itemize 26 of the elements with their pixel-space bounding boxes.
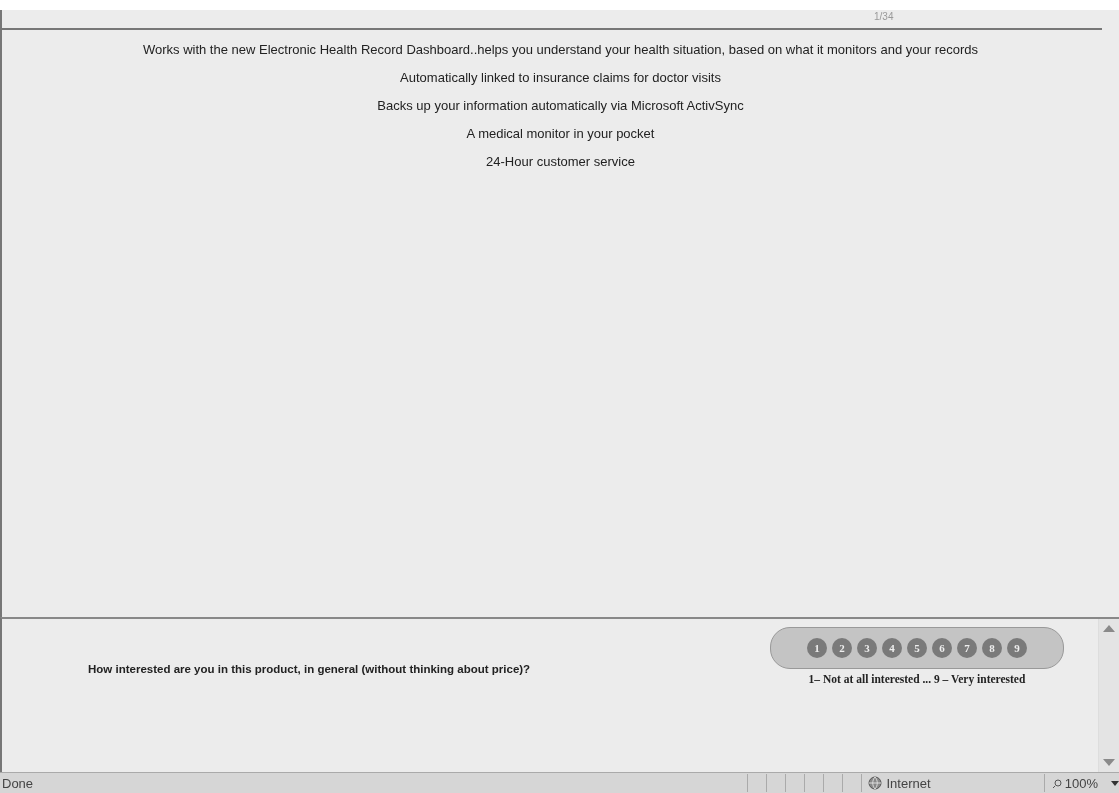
rating-option[interactable]: 4 [882,638,902,658]
scrollbar[interactable] [1098,619,1119,772]
rating-option[interactable]: 9 [1007,638,1027,658]
page-counter: 1/34 [874,10,894,24]
rating-option[interactable]: 5 [907,638,927,658]
rating-legend: 1– Not at all interested ... 9 – Very interested [808,673,1026,685]
scroll-up-icon[interactable] [1103,625,1115,632]
question-text: How interested are you in this product, in general (without thinking about price)? [88,663,532,675]
feature-text: Works with the new Electronic Health Record Dashboard..helps you understand your health situation, based on what it monitors and your records [142,42,979,57]
feature-text: 24-Hour customer service [486,154,635,169]
zoom-level[interactable]: 100% [1064,775,1098,791]
zone-text: Internet [886,775,931,791]
rating-option[interactable]: 2 [832,638,852,658]
dropdown-icon[interactable] [1111,780,1119,786]
scroll-down-icon[interactable] [1103,759,1115,766]
feature-text: Automatically linked to insurance claims for doctor visits [400,70,721,85]
feature-text: A medical monitor in your pocket [466,126,655,141]
rating-option[interactable]: 1 [807,638,827,658]
status-text: Done [1,775,35,791]
rating-option[interactable]: 7 [957,638,977,658]
rating-option[interactable]: 3 [857,638,877,658]
zoom-icon [1052,778,1062,788]
rating-option[interactable]: 8 [982,638,1002,658]
feature-text: Backs up your information automatically via Microsoft ActivSync [377,98,744,113]
rating-option[interactable]: 6 [932,638,952,658]
globe-icon [868,776,883,790]
